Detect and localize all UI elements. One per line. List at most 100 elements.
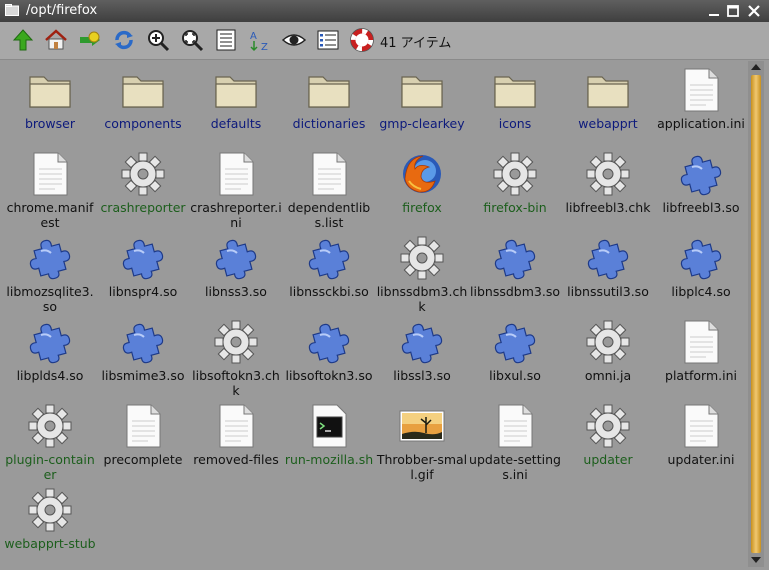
file-item[interactable]: libsmime3.so — [97, 315, 189, 399]
folder-icon — [585, 67, 631, 113]
file-item[interactable]: defaults — [190, 63, 282, 147]
puzzle-icon — [306, 319, 352, 365]
file-item[interactable]: platform.ini — [655, 315, 747, 399]
list-view-icon[interactable] — [316, 28, 340, 52]
text-file-icon — [27, 151, 73, 197]
file-item[interactable]: chrome.manifest — [4, 147, 96, 231]
folder-icon — [213, 67, 259, 113]
vertical-scrollbar[interactable] — [748, 61, 764, 567]
file-name-label: libnssdbm3.so — [470, 284, 560, 299]
file-item[interactable]: libfreebl3.so — [655, 147, 747, 231]
file-item[interactable]: libfreebl3.chk — [562, 147, 654, 231]
refresh-icon[interactable] — [112, 28, 136, 52]
file-item[interactable]: omni.ja — [562, 315, 654, 399]
file-name-label: crashreporter.ini — [190, 200, 282, 230]
close-icon[interactable] — [746, 3, 762, 19]
scroll-up-icon[interactable] — [750, 62, 762, 72]
file-item[interactable]: browser — [4, 63, 96, 147]
folder-icon — [306, 67, 352, 113]
zoom-in-icon[interactable] — [146, 28, 170, 52]
details-view-icon[interactable] — [214, 28, 238, 52]
file-item[interactable]: Throbber-small.gif — [376, 399, 468, 483]
file-item[interactable]: libnssckbi.so — [283, 231, 375, 315]
file-item[interactable]: gmp-clearkey — [376, 63, 468, 147]
file-name-label: libfreebl3.chk — [565, 200, 651, 215]
zoom-fit-icon[interactable] — [180, 28, 204, 52]
file-name-label: chrome.manifest — [6, 200, 94, 230]
file-name-label: firefox — [402, 200, 442, 215]
file-name-label: libsmime3.so — [101, 368, 185, 383]
scroll-down-icon[interactable] — [750, 555, 762, 565]
text-file-icon — [213, 151, 259, 197]
sort-az-icon[interactable]: AZ — [248, 28, 272, 52]
file-item[interactable]: dictionaries — [283, 63, 375, 147]
file-item[interactable]: updater — [562, 399, 654, 483]
file-item[interactable]: libnspr4.so — [97, 231, 189, 315]
file-name-label: libxul.so — [489, 368, 541, 383]
file-name-label: plugin-container — [5, 452, 95, 482]
file-item[interactable]: crashreporter — [97, 147, 189, 231]
file-item[interactable]: icons — [469, 63, 561, 147]
file-name-label: browser — [24, 116, 75, 131]
file-item[interactable]: libplds4.so — [4, 315, 96, 399]
file-item[interactable]: libnssdbm3.chk — [376, 231, 468, 315]
scrollbar-thumb[interactable] — [751, 75, 761, 553]
puzzle-icon — [213, 235, 259, 281]
file-item[interactable]: application.ini — [655, 63, 747, 147]
home-icon[interactable] — [44, 28, 68, 52]
eye-icon[interactable] — [282, 28, 306, 52]
file-item[interactable]: libsoftokn3.so — [283, 315, 375, 399]
file-item[interactable]: crashreporter.ini — [190, 147, 282, 231]
file-name-label: Throbber-small.gif — [376, 452, 468, 482]
minimize-icon[interactable] — [706, 3, 722, 19]
file-item[interactable]: libplc4.so — [655, 231, 747, 315]
file-name-label: libsoftokn3.so — [285, 368, 373, 383]
file-item[interactable]: dependentlibs.list — [283, 147, 375, 231]
file-name-label: update-settings.ini — [469, 452, 561, 482]
file-icon-grid: browser components defaults dictionaries gmp… — [0, 60, 745, 570]
file-item[interactable]: webapprt-stub — [4, 483, 96, 567]
text-file-icon — [492, 403, 538, 449]
file-item[interactable]: plugin-container — [4, 399, 96, 483]
puzzle-icon — [585, 235, 631, 281]
file-item[interactable]: firefox-bin — [469, 147, 561, 231]
file-name-label: webapprt — [578, 116, 638, 131]
file-name-label: libmozsqlite3.so — [6, 284, 94, 314]
puzzle-icon — [27, 235, 73, 281]
bookmark-icon[interactable] — [78, 28, 102, 52]
file-item[interactable]: libnssutil3.so — [562, 231, 654, 315]
file-item[interactable]: components — [97, 63, 189, 147]
file-name-label: dependentlibs.list — [287, 200, 371, 230]
file-item[interactable]: libssl3.so — [376, 315, 468, 399]
file-item[interactable]: update-settings.ini — [469, 399, 561, 483]
file-item[interactable]: webapprt — [562, 63, 654, 147]
file-item[interactable]: removed-files — [190, 399, 282, 483]
title-bar: /opt/firefox — [0, 0, 769, 22]
puzzle-icon — [678, 151, 724, 197]
file-name-label: crashreporter — [100, 200, 186, 215]
file-name-label: libsoftokn3.chk — [192, 368, 280, 398]
file-item[interactable]: libmozsqlite3.so — [4, 231, 96, 315]
file-item[interactable]: libnssdbm3.so — [469, 231, 561, 315]
terminal-icon — [306, 403, 352, 449]
file-name-label: libnssckbi.so — [289, 284, 369, 299]
file-name-label: omni.ja — [584, 368, 632, 383]
maximize-icon[interactable] — [725, 3, 741, 19]
file-item[interactable]: firefox — [376, 147, 468, 231]
folder-icon — [399, 67, 445, 113]
gear-icon — [399, 235, 445, 281]
item-count: 41 アイテム — [380, 36, 452, 51]
help-lifebuoy-icon[interactable] — [350, 28, 374, 52]
file-item[interactable]: run-mozilla.sh — [283, 399, 375, 483]
file-name-label: libnspr4.so — [108, 284, 178, 299]
file-item[interactable]: libxul.so — [469, 315, 561, 399]
gear-icon — [120, 151, 166, 197]
file-item[interactable]: precomplete — [97, 399, 189, 483]
up-arrow-icon[interactable] — [11, 28, 35, 52]
file-name-label: libfreebl3.so — [662, 200, 740, 215]
file-item[interactable]: updater.ini — [655, 399, 747, 483]
file-item[interactable]: libsoftokn3.chk — [190, 315, 282, 399]
file-item[interactable]: libnss3.so — [190, 231, 282, 315]
svg-text:Z: Z — [261, 42, 268, 52]
file-name-label: dictionaries — [292, 116, 366, 131]
